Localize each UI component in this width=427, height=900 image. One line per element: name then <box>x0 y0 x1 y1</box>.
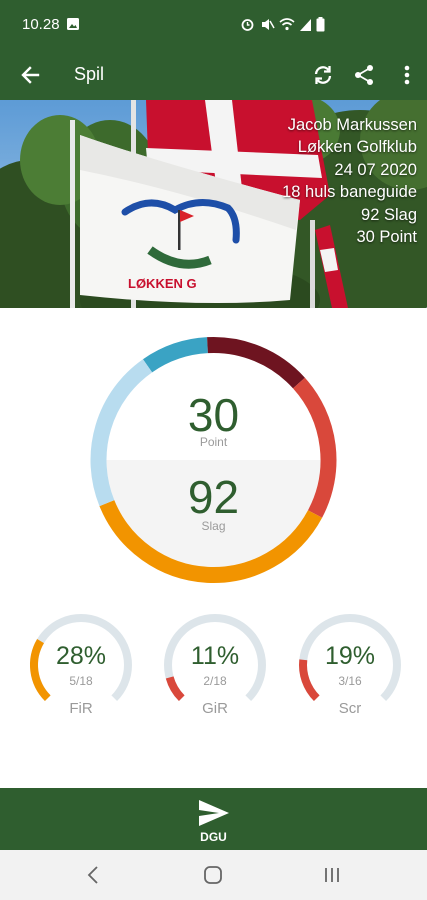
arrow-left-icon[interactable] <box>18 62 44 88</box>
alarm-icon <box>240 17 255 37</box>
score-ring <box>90 337 337 583</box>
round-date: 24 07 2020 <box>334 160 417 179</box>
scr-percent: 19% <box>324 642 376 670</box>
points-value: 30 <box>187 389 240 441</box>
stat-fir: 28% 5/18 FiR <box>26 610 136 720</box>
sync-icon[interactable] <box>310 62 336 88</box>
mute-icon <box>260 17 275 37</box>
course-name: 18 huls baneguide <box>282 183 417 202</box>
share-icon[interactable] <box>351 62 377 88</box>
hero-info: Jacob Markussen Løkken Golfklub 24 07 20… <box>282 114 417 248</box>
fir-label: FiR <box>69 700 93 717</box>
scr-label: Scr <box>338 700 362 717</box>
hero-image: LØKKEN G Jacob Markussen Løkken Golfklub… <box>0 100 427 308</box>
strokes-label: Slag <box>201 519 226 533</box>
score-summary: 30 Point 92 Slag <box>0 308 427 608</box>
image-icon <box>66 17 80 36</box>
strokes-text: 92 Slag <box>361 205 417 224</box>
system-nav-bar <box>0 850 427 900</box>
player-name: Jacob Markussen <box>287 116 417 134</box>
club-name: Løkken Golfklub <box>297 138 417 157</box>
status-bar: 10.28 <box>0 0 427 50</box>
stat-gir: 11% 2/18 GiR <box>160 610 270 720</box>
fir-percent: 28% <box>55 642 107 670</box>
fir-fraction: 5/18 <box>69 674 93 688</box>
app-bar: Spil <box>0 50 427 100</box>
dgu-submit-bar[interactable]: DGU <box>0 788 427 850</box>
points-label: Point <box>199 435 228 449</box>
wifi-icon <box>279 17 295 37</box>
back-nav-icon[interactable] <box>86 865 100 890</box>
flag-text: LØKKEN G <box>128 276 197 291</box>
strokes-value: 92 <box>187 471 240 523</box>
ring-segment-teal <box>142 337 209 373</box>
gir-percent: 11% <box>190 642 240 670</box>
scr-fraction: 3/16 <box>338 674 362 688</box>
more-vert-icon[interactable] <box>394 62 420 88</box>
signal-icon <box>299 17 312 37</box>
points-text: 30 Point <box>356 228 417 247</box>
stat-scr: 19% 3/16 Scr <box>295 610 405 720</box>
battery-icon <box>316 17 325 37</box>
page-title: Spil <box>74 64 105 84</box>
status-time: 10.28 <box>22 16 60 33</box>
send-icon[interactable] <box>197 798 231 833</box>
recents-nav-icon[interactable] <box>322 865 342 890</box>
dgu-label[interactable]: DGU <box>0 830 427 844</box>
ring-segment-dark-red <box>207 337 305 389</box>
home-nav-icon[interactable] <box>203 865 223 890</box>
gir-fraction: 2/18 <box>203 674 227 688</box>
gir-label: GiR <box>202 700 228 717</box>
